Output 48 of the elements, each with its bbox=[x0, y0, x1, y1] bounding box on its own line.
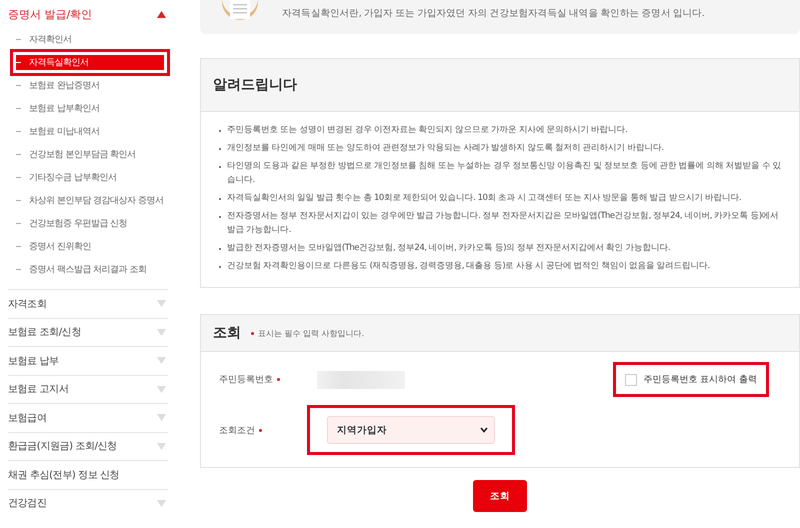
sidebar-section-label: 보험료 고지서 bbox=[8, 383, 68, 396]
field-label: 조회조건 bbox=[219, 424, 317, 436]
sidebar-group-label: 증명서 발급/확인 bbox=[8, 6, 92, 22]
sidebar-section-label: 자격조회 bbox=[8, 298, 46, 311]
sidebar-section[interactable]: 보험료 납부 bbox=[8, 346, 168, 374]
sidebar-item[interactable]: 보험료 완납증명서 bbox=[8, 74, 168, 97]
intro-text: 자격득실확인서란, 가입자 또는 가입자였던 자의 건강보험자격득실 내역을 확인하는 증명서 입니다. bbox=[282, 7, 704, 20]
sidebar-item[interactable]: 기타징수금 납부확인서 bbox=[8, 166, 168, 189]
sidebar-section[interactable]: 건강검진 bbox=[8, 488, 168, 517]
checkbox-option[interactable]: 주민등록번호 표시하여 출력 bbox=[613, 362, 769, 397]
field-label: 주민등록번호 bbox=[219, 373, 317, 386]
sidebar-section-label: 보험급여 bbox=[8, 412, 46, 425]
sidebar-item[interactable]: 건강보험 본인부담금 확인서 bbox=[8, 143, 168, 166]
notice-text: 타인명의 도용과 같은 부정한 방법으로 개인정보를 침해 또는 누설하는 경우 정보통신망 이용촉진 및 정보보호 등에 관한 법률에 의해 처벌받을 수 있습니다. bbox=[227, 160, 782, 187]
sidebar-item[interactable]: 증명서 진위확인 bbox=[8, 235, 168, 258]
required-note: 표시는 필수 입력 사항입니다. bbox=[251, 328, 364, 338]
sidebar-item[interactable]: 차상위 본인부담 경감대상자 증명서 bbox=[8, 189, 168, 212]
panel-title: 조회 bbox=[213, 324, 241, 343]
sidebar-section-label: 환급금(지원금) 조회/신청 bbox=[8, 440, 117, 454]
checkbox[interactable] bbox=[625, 374, 638, 386]
sidebar-item[interactable]: 증명서 팩스발급 처리결과 조회 bbox=[8, 258, 168, 281]
sidebar-item[interactable]: 자격득실확인서 bbox=[12, 51, 168, 74]
sidebar-section[interactable]: 채권 추심(전부) 정보 신청 bbox=[8, 460, 168, 488]
checkbox-label: 주민등록번호 표시하여 출력 bbox=[643, 374, 757, 386]
sidebar-section[interactable]: 환급금(지원금) 조회/신청 bbox=[8, 432, 168, 460]
panel-title: 알려드립니다 bbox=[213, 76, 297, 95]
condition-select[interactable]: 지역가입자 bbox=[327, 416, 495, 444]
sidebar-section[interactable]: 자격조회 bbox=[8, 289, 168, 318]
search-button[interactable]: 조회 bbox=[473, 480, 527, 512]
chevron-down-icon bbox=[480, 427, 488, 433]
sidebar-section-label: 채권 추심(전부) 정보 신청 bbox=[8, 468, 120, 482]
sidebar-section-label: 건강검진 bbox=[8, 497, 46, 510]
sidebar-group-header[interactable]: 증명서 발급/확인 bbox=[8, 0, 168, 28]
notice-text: 건강보험 자격확인용이므로 다른용도 (재직증명용, 경력증명용, 대출용 등)로 사용 시 공단에 법적인 책임이 없음을 알려드립니다. bbox=[227, 260, 710, 273]
sidebar-section-label: 보험료 조회/신청 bbox=[8, 326, 81, 340]
notice-text: 전자증명서는 정부 전자문서지갑이 있는 경우에만 발급 가능합니다. 정부 전자문서지갑은 모바일앱(The건강보험, 정부24, 네이버, 카카오톡 등)에서 발급 가능합니다. bbox=[227, 210, 780, 237]
notice-text: 주민등록번호 또는 성명이 변경된 경우 이전자료는 확인되지 않으므로 가까운 지사에 문의하시기 바랍니다. bbox=[227, 124, 628, 137]
notice-text: 자격득실확인서의 일일 발급 횟수는 총 10회로 제한되어 있습니다. 10회 초과 시 고객센터 또는 지사 방문을 통해 발급 받으시기 바랍니다. bbox=[227, 192, 742, 205]
sidebar-section[interactable]: 보험료 조회/신청 bbox=[8, 318, 168, 346]
sidebar-section[interactable]: 보험료 고지서 bbox=[8, 374, 168, 403]
sidebar-section[interactable]: 보험급여 bbox=[8, 403, 168, 432]
sidebar-section-label: 보험료 납부 bbox=[8, 354, 59, 368]
sidebar-item[interactable]: 건강보험증 우편발급 신청 bbox=[8, 212, 168, 235]
notice-text: 개인정보를 타인에게 매매 또는 양도하여 관련정보가 악용되는 사례가 발생하지 않도록 철저히 관리하시기 바랍니다. bbox=[227, 142, 664, 155]
notice-text: 발급한 전자증명서는 모바일앱(The건강보험, 정부24, 네이버, 카카오톡 등)의 정부 전자문서지갑에서 확인 가능합니다. bbox=[227, 242, 670, 255]
sidebar-item[interactable]: 보험료 납부확인서 bbox=[8, 97, 168, 120]
sidebar-item[interactable]: 보험료 미납내역서 bbox=[8, 120, 168, 143]
sidebar-item[interactable]: 자격확인서 bbox=[8, 28, 168, 51]
